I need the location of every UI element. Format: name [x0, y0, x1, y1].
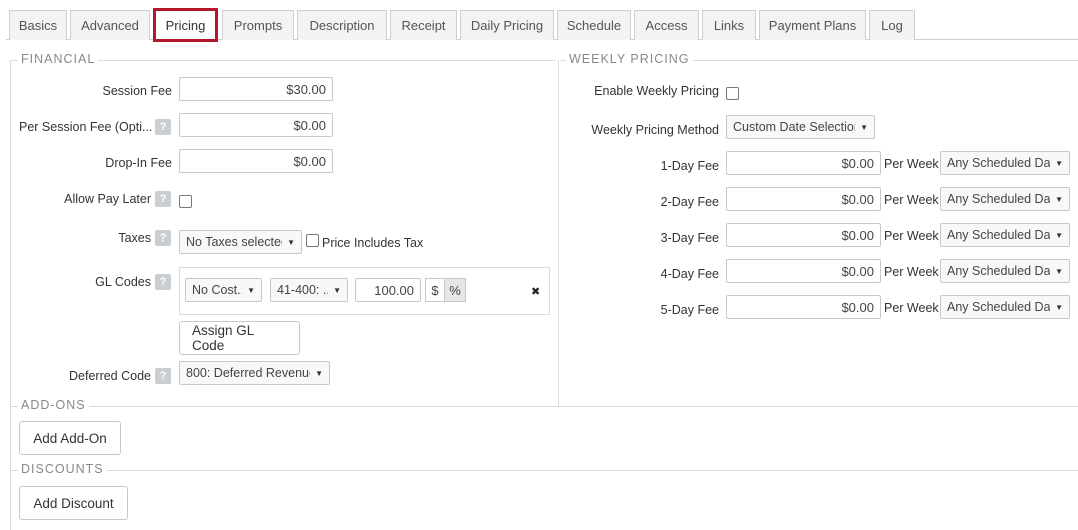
gl-codes-help-icon[interactable]: ?: [155, 274, 171, 290]
gl-cost-center-select[interactable]: No Cost... ▼: [185, 278, 262, 302]
tab-description[interactable]: Description: [297, 10, 387, 40]
chevron-down-icon: ▼: [333, 285, 341, 295]
tab-pricing[interactable]: Pricing: [153, 8, 218, 42]
assign-gl-code-button[interactable]: Assign GL Code: [179, 321, 300, 355]
deferred-code-select[interactable]: 800: Deferred Revenue ▼: [179, 361, 330, 385]
weekly-fee-input[interactable]: [726, 187, 881, 211]
scheduled-day-value: Any Scheduled Day: [947, 156, 1051, 170]
weekly-fee-label: 2-Day Fee: [660, 195, 719, 209]
gl-account-value: 41-400: ...: [277, 283, 329, 297]
chevron-down-icon: ▼: [860, 122, 868, 132]
tab-daily-pricing[interactable]: Daily Pricing: [460, 10, 554, 40]
scheduled-day-value: Any Scheduled Day: [947, 192, 1051, 206]
per-week-label: Per Week: [884, 193, 939, 207]
per-week-label: Per Week: [884, 229, 939, 243]
per-week-label: Per Week: [884, 301, 939, 315]
deferred-code-value: 800: Deferred Revenue: [186, 366, 311, 380]
weekly-pricing-method-value: Custom Date Selection: [733, 120, 856, 134]
add-add-on-button[interactable]: Add Add-On: [19, 421, 121, 455]
allow-pay-later-help-icon[interactable]: ?: [155, 191, 171, 207]
tab-access[interactable]: Access: [634, 10, 699, 40]
price-includes-tax-label: Price Includes Tax: [322, 236, 424, 250]
chevron-down-icon: ▼: [1055, 302, 1063, 312]
scheduled-day-select[interactable]: Any Scheduled Day ▼: [940, 259, 1070, 283]
discounts-legend: DISCOUNTS: [18, 462, 107, 476]
allow-pay-later-checkbox[interactable]: [179, 195, 192, 208]
add-discount-button[interactable]: Add Discount: [19, 486, 128, 520]
remove-gl-code-icon[interactable]: ✖: [531, 285, 540, 298]
scheduled-day-value: Any Scheduled Day: [947, 300, 1051, 314]
weekly-fee-input[interactable]: [726, 223, 881, 247]
financial-legend: FINANCIAL: [18, 52, 99, 66]
addons-divider: [10, 406, 1078, 407]
tab-links[interactable]: Links: [702, 10, 756, 40]
weekly-fee-input[interactable]: [726, 151, 881, 175]
price-includes-tax-checkbox[interactable]: [306, 234, 319, 247]
financial-left-border: [10, 60, 11, 406]
per-session-fee-label: Per Session Fee (Opti...: [19, 120, 153, 134]
chevron-down-icon: ▼: [1055, 158, 1063, 168]
gl-amount-input[interactable]: [355, 278, 421, 302]
deferred-code-help-icon[interactable]: ?: [155, 368, 171, 384]
tab-receipt[interactable]: Receipt: [390, 10, 457, 40]
chevron-down-icon: ▼: [1055, 194, 1063, 204]
tab-basics[interactable]: Basics: [9, 10, 67, 40]
enable-weekly-pricing-label: Enable Weekly Pricing: [594, 84, 719, 98]
chevron-down-icon: ▼: [287, 237, 295, 247]
scheduled-day-select[interactable]: Any Scheduled Day ▼: [940, 187, 1070, 211]
tab-bar: Basics Advanced Pricing Prompts Descript…: [0, 0, 1078, 42]
chevron-down-icon: ▼: [315, 368, 323, 378]
gl-unit-dollar-toggle[interactable]: $: [425, 278, 445, 302]
discounts-divider: [10, 470, 1078, 471]
tab-schedule[interactable]: Schedule: [557, 10, 631, 40]
per-week-label: Per Week: [884, 265, 939, 279]
enable-weekly-pricing-checkbox[interactable]: [726, 87, 739, 100]
scheduled-day-value: Any Scheduled Day: [947, 228, 1051, 242]
addons-legend: ADD-ONS: [18, 398, 89, 412]
weekly-legend: WEEKLY PRICING: [566, 52, 693, 66]
scheduled-day-select[interactable]: Any Scheduled Day ▼: [940, 295, 1070, 319]
chevron-down-icon: ▼: [247, 285, 255, 295]
scheduled-day-value: Any Scheduled Day: [947, 264, 1051, 278]
weekly-fee-label: 3-Day Fee: [660, 231, 719, 245]
chevron-down-icon: ▼: [1055, 266, 1063, 276]
tab-advanced[interactable]: Advanced: [70, 10, 150, 40]
per-week-label: Per Week: [884, 157, 939, 171]
weekly-fee-input[interactable]: [726, 259, 881, 283]
taxes-select[interactable]: No Taxes selected ▼: [179, 230, 302, 254]
gl-cost-center-value: No Cost...: [192, 283, 243, 297]
taxes-help-icon[interactable]: ?: [155, 230, 171, 246]
session-fee-input[interactable]: [179, 77, 333, 101]
scheduled-day-select[interactable]: Any Scheduled Day ▼: [940, 223, 1070, 247]
gl-account-select[interactable]: 41-400: ... ▼: [270, 278, 348, 302]
weekly-pricing-method-select[interactable]: Custom Date Selection ▼: [726, 115, 875, 139]
section-vertical-divider: [558, 60, 559, 406]
session-fee-label: Session Fee: [102, 84, 172, 98]
gl-codes-label: GL Codes: [95, 275, 151, 289]
lower-left-border: [10, 406, 11, 530]
taxes-label: Taxes: [118, 231, 151, 245]
per-session-fee-help-icon[interactable]: ?: [155, 119, 171, 135]
gl-unit-percent-toggle[interactable]: %: [444, 278, 466, 302]
per-session-fee-input[interactable]: [179, 113, 333, 137]
chevron-down-icon: ▼: [1055, 230, 1063, 240]
tab-prompts[interactable]: Prompts: [222, 10, 294, 40]
drop-in-fee-input[interactable]: [179, 149, 333, 173]
weekly-pricing-method-label: Weekly Pricing Method: [591, 123, 719, 137]
weekly-fee-label: 1-Day Fee: [660, 159, 719, 173]
taxes-select-value: No Taxes selected: [186, 235, 283, 249]
tab-payment-plans[interactable]: Payment Plans: [759, 10, 866, 40]
scheduled-day-select[interactable]: Any Scheduled Day ▼: [940, 151, 1070, 175]
weekly-fee-label: 5-Day Fee: [660, 303, 719, 317]
weekly-fee-label: 4-Day Fee: [660, 267, 719, 281]
deferred-code-label: Deferred Code: [69, 369, 151, 383]
allow-pay-later-label: Allow Pay Later: [64, 192, 151, 206]
drop-in-fee-label: Drop-In Fee: [105, 156, 172, 170]
tab-log[interactable]: Log: [869, 10, 915, 40]
weekly-fee-input[interactable]: [726, 295, 881, 319]
